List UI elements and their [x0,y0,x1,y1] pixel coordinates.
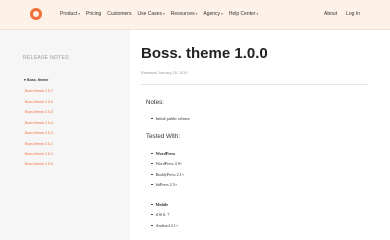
logo-icon[interactable] [30,8,42,20]
sidebar-item-252[interactable]: Boss theme 2.5.2 [25,142,53,146]
nav-about[interactable]: About [324,11,337,17]
sidebar-item-251[interactable]: Boss theme 2.5.1 [25,152,53,156]
page-title: Boss. theme 1.0.0 [141,45,268,62]
list-item: Android 4.1+ [151,223,178,228]
sidebar-item-256[interactable]: Boss theme 2.5.6 [25,100,53,104]
release-date: Released January 25, 2019 [141,71,188,75]
tested-heading: Tested With: [146,133,181,140]
nav-use-cases[interactable]: Use Cases ▾ [137,11,164,17]
list-item: Mobile [151,202,168,207]
chevron-down-icon: ▾ [256,12,259,16]
sidebar-item-255[interactable]: Boss theme 2.5.5 [25,110,53,114]
chevron-down-icon: ▾ [195,12,198,16]
bullet-icon [151,117,153,120]
sidebar-item-257[interactable]: Boss theme 2.5.7 [25,89,53,93]
nav-customers[interactable]: Customers [107,11,131,17]
list-item: bbPress 2.5+ [151,182,177,187]
chevron-down-icon: ▾ [221,12,223,16]
bullet-icon [151,213,153,216]
nav-product[interactable]: Product ▾ [60,11,80,17]
main-nav: Product ▾ Pricing Customers Use Cases ▾ Re… [60,11,258,17]
chevron-down-icon: ▾ [78,12,80,16]
divider [141,84,368,85]
site-header: Product ▾ Pricing Customers Use Cases ▾ Re… [0,0,390,30]
bullet-icon [151,152,153,155]
sidebar-item-250[interactable]: Boss theme 2.5.0 [25,162,53,166]
nav-resources[interactable]: Resources ▾ [171,11,198,17]
sidebar-item-254[interactable]: Boss theme 2.5.4 [25,121,53,125]
sidebar-item-253[interactable]: Boss theme 2.5.3 [25,131,53,135]
nav-help-center[interactable]: Help Center ▾ [229,11,258,17]
nav-log-in[interactable]: Log In [346,11,360,17]
release-notes-sidebar [0,30,130,240]
list-item: iOS 6, 7 [151,212,169,217]
list-item: Initial public release [151,116,190,121]
list-item: WordPress [151,151,175,156]
nav-pricing[interactable]: Pricing [86,11,101,17]
account-nav: About Log In [324,11,360,17]
bullet-icon [151,224,153,227]
notes-heading: Notes: [146,99,164,106]
bullet-icon [151,203,153,206]
list-item: WordPress 4.9+ [151,161,182,166]
sidebar-title: RELEASE NOTES [23,55,69,61]
list-item: BuddyPress 2.1+ [151,172,184,177]
bullet-icon [151,162,153,165]
caret-down-icon: ▾ [24,78,26,82]
bullet-icon [151,183,153,186]
nav-agency[interactable]: Agency ▾ [203,11,222,17]
sidebar-item-boss-theme[interactable]: ▾ Boss. theme [24,78,48,82]
bullet-icon [151,173,153,176]
chevron-down-icon: ▾ [162,12,165,16]
